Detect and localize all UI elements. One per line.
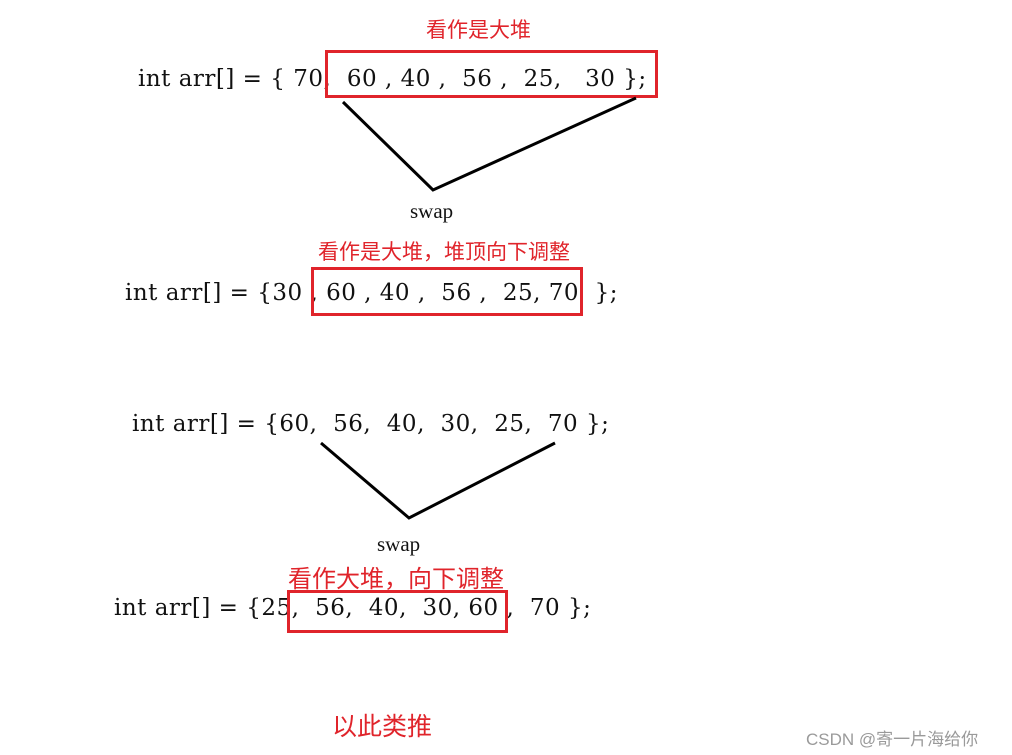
swap-connectors	[320, 96, 637, 520]
step3-swap-connector	[320, 441, 556, 520]
heap-sort-diagram: 看作是大堆 int arr[] = { 70, 60 , 40 , 56 , 2…	[0, 0, 1012, 755]
step1-swap-connector	[341, 96, 637, 192]
